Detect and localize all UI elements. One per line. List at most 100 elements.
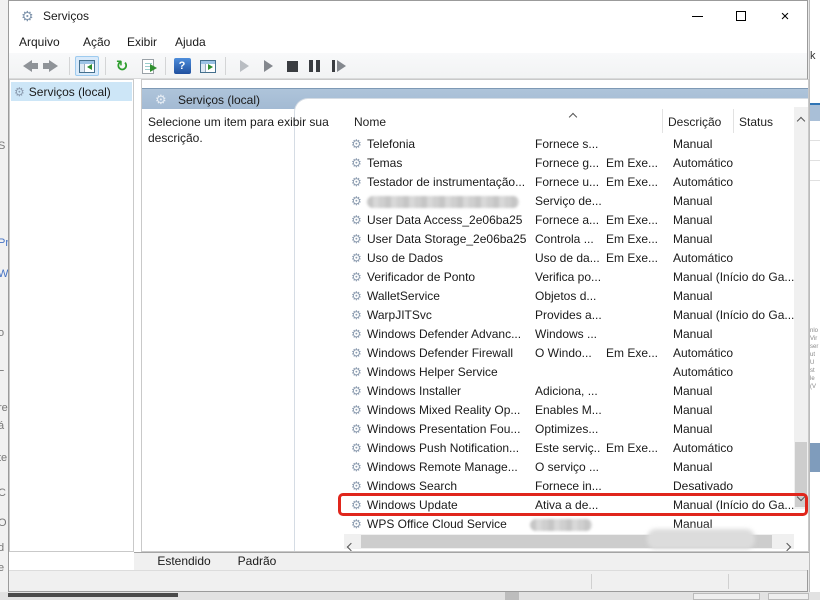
- service-gear-icon: ⚙: [351, 363, 362, 382]
- help-button[interactable]: ?: [171, 56, 193, 76]
- bg-text-fragment: C: [0, 487, 6, 499]
- service-row[interactable]: ⚙Windows Remote Manage...O serviço ...Ma…: [344, 458, 796, 477]
- service-startup-type: Manual: [673, 401, 801, 420]
- service-description: Fornece u...: [535, 173, 601, 192]
- scroll-right-icon[interactable]: [784, 539, 790, 552]
- bg-fragment: [505, 592, 519, 600]
- service-row[interactable]: ⚙Windows Defender Advanc...Windows ...Ma…: [344, 325, 796, 344]
- service-row[interactable]: ⚙WarpJITSvcProvides a...Manual (Início d…: [344, 306, 796, 325]
- service-row[interactable]: ⚙TelefoniaFornece s...Manual: [344, 135, 796, 154]
- bg-text-fragment: Pr: [0, 237, 8, 249]
- service-gear-icon: ⚙: [351, 382, 362, 401]
- back-button[interactable]: [17, 56, 37, 76]
- toolbar-separator: [225, 57, 226, 75]
- background-bottom-strip: [0, 592, 820, 600]
- service-row[interactable]: ⚙Testador de instrumentação...Fornece u.…: [344, 173, 796, 192]
- scroll-left-icon[interactable]: [348, 539, 354, 552]
- service-description: Fornece g...: [535, 154, 601, 173]
- service-gear-icon: ⚙: [351, 287, 362, 306]
- console-tree-icon: [79, 60, 95, 73]
- bg-fragment: [8, 593, 178, 597]
- toolbar-separator: [165, 57, 166, 75]
- service-row[interactable]: ⚙User Data Storage_2e06ba25Controla ...E…: [344, 230, 796, 249]
- service-row[interactable]: ⚙TemasFornece g...Em Exe...Automático: [344, 154, 796, 173]
- bg-text-fragment: W: [0, 268, 8, 280]
- description-hint: Selecione um item para exibir sua descri…: [148, 114, 344, 146]
- bg-text-fragment: U: [810, 360, 814, 366]
- bg-text-fragment: st: [810, 368, 815, 374]
- start-service-alt-button[interactable]: [259, 56, 277, 76]
- minimize-icon: [692, 16, 703, 17]
- bg-text-fragment: te: [0, 452, 7, 464]
- service-row[interactable]: ⚙Windows Presentation Fou...Optimizes...…: [344, 420, 796, 439]
- toolbar-separator: [69, 57, 70, 75]
- service-row[interactable]: ⚙WalletServiceObjetos d...Manual: [344, 287, 796, 306]
- close-icon: ×: [781, 9, 790, 24]
- service-row[interactable]: ⚙Windows Defender FirewallO Windo...Em E…: [344, 344, 796, 363]
- maximize-button[interactable]: [719, 1, 763, 31]
- service-startup-type: Manual: [673, 230, 801, 249]
- bg-fragment: [693, 593, 760, 600]
- redaction-blur: [647, 529, 755, 549]
- refresh-icon: ↻: [116, 57, 129, 75]
- service-row[interactable]: ⚙Windows Mixed Reality Op...Enables M...…: [344, 401, 796, 420]
- service-name: Windows Presentation Fou...: [367, 420, 529, 439]
- refresh-button[interactable]: ↻: [111, 56, 133, 76]
- bg-text-fragment: nlo: [810, 328, 818, 334]
- menu-exibir[interactable]: Exibir: [127, 35, 157, 49]
- status-bar: [9, 570, 807, 591]
- service-row[interactable]: ⚙Windows InstallerAdiciona, ...Manual: [344, 382, 796, 401]
- service-row[interactable]: ⚙Verificador de PontoVerifica po...Manua…: [344, 268, 796, 287]
- tree-item-label: Serviços (local): [29, 85, 111, 99]
- forward-button[interactable]: [43, 56, 63, 76]
- play-icon: [264, 60, 273, 72]
- service-description: Fornece a...: [535, 211, 601, 230]
- bg-text-fragment: ser: [810, 344, 818, 350]
- service-startup-type: Manual (Início do Ga...: [673, 306, 801, 325]
- title-bar[interactable]: ⚙ Serviços ×: [9, 1, 807, 31]
- service-gear-icon: ⚙: [351, 420, 362, 439]
- service-row[interactable]: ⚙User Data Access_2e06ba25Fornece a...Em…: [344, 211, 796, 230]
- service-startup-type: Manual: [673, 192, 801, 211]
- column-status[interactable]: Status: [739, 115, 773, 129]
- close-button[interactable]: ×: [763, 1, 807, 31]
- vertical-scrollbar[interactable]: [794, 107, 808, 509]
- service-startup-type: Automático: [673, 363, 801, 382]
- scroll-up-icon[interactable]: [798, 113, 804, 127]
- start-service-button[interactable]: [235, 56, 253, 76]
- tree-item-servicos-local[interactable]: ⚙ Serviços (local): [11, 82, 132, 101]
- bg-line: [810, 180, 820, 181]
- screen: SPrWoLreáteCOde knloVirserutUstle(V ⚙ Se…: [0, 0, 820, 600]
- service-status: Em Exe...: [606, 230, 666, 249]
- column-separator[interactable]: [733, 109, 734, 133]
- service-startup-type: Manual: [673, 211, 801, 230]
- service-description: Objetos d...: [535, 287, 601, 306]
- menu-arquivo[interactable]: Arquivo: [19, 35, 60, 49]
- toolbar: ↻ ?: [9, 53, 807, 79]
- service-description: Serviço de...: [535, 192, 601, 211]
- service-name: User Data Access_2e06ba25: [367, 211, 529, 230]
- service-row[interactable]: ⚙Windows Helper ServiceAutomático: [344, 363, 796, 382]
- pause-service-button[interactable]: [305, 56, 323, 76]
- export-list-button[interactable]: [137, 56, 159, 76]
- show-action-pane-button[interactable]: [197, 56, 219, 76]
- toolbar-separator: [105, 57, 106, 75]
- service-row[interactable]: ⚙Windows Push Notification...Este serviç…: [344, 439, 796, 458]
- minimize-button[interactable]: [675, 1, 719, 31]
- show-console-tree-button[interactable]: [75, 56, 99, 76]
- column-separator[interactable]: [662, 109, 663, 133]
- tab-estendido[interactable]: Estendido: [144, 553, 224, 570]
- column-nome[interactable]: Nome: [354, 115, 386, 129]
- service-row[interactable]: ⚙Uso de DadosUso de da...Em Exe...Automá…: [344, 249, 796, 268]
- restart-service-button[interactable]: [329, 56, 349, 76]
- service-name: Temas: [367, 154, 529, 173]
- menu-ajuda[interactable]: Ajuda: [175, 35, 206, 49]
- tab-padrao[interactable]: Padrão: [226, 553, 288, 570]
- bg-text-fragment: L: [0, 362, 4, 374]
- services-main-panel: ⚙ Serviços (local) Selecione um item par…: [141, 79, 809, 552]
- menu-acao[interactable]: Ação: [83, 35, 110, 49]
- service-gear-icon: ⚙: [351, 173, 362, 192]
- column-descricao[interactable]: Descrição: [668, 115, 721, 129]
- stop-service-button[interactable]: [283, 56, 301, 76]
- service-row[interactable]: ⚙Serviço de...Manual: [344, 192, 796, 211]
